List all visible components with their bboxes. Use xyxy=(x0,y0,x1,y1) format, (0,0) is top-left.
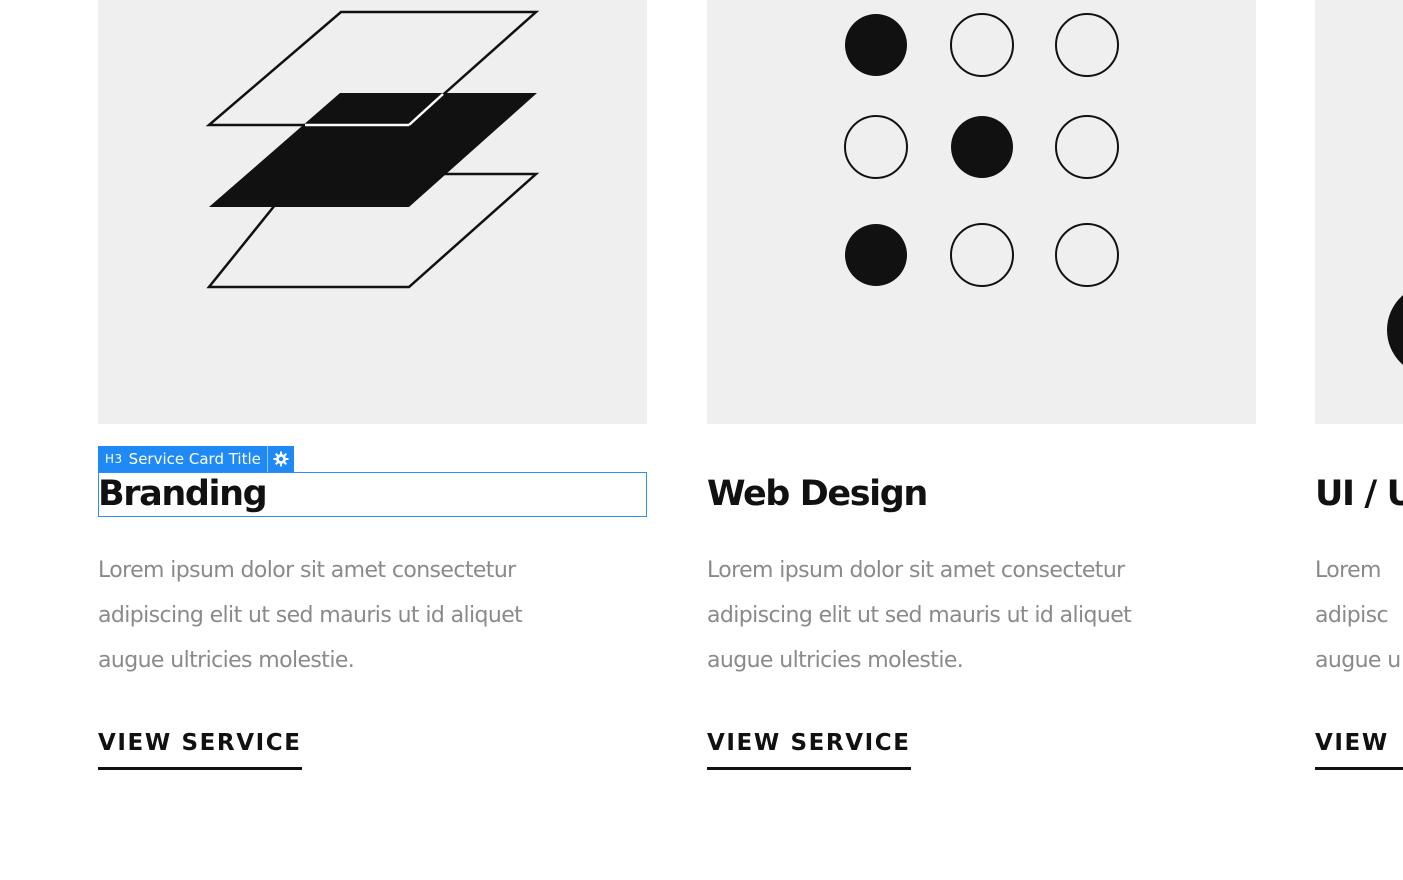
service-card-title[interactable]: Branding xyxy=(98,474,268,515)
description-line: Lorem ipsum dolor sit amet consectetur xyxy=(98,558,516,583)
description-line: augue ultricies molestie. xyxy=(98,648,355,673)
view-service-link[interactable]: VIEW SERVICE xyxy=(98,728,302,770)
service-card-image xyxy=(707,0,1256,424)
element-type-label[interactable]: H3 Service Card Title xyxy=(98,446,294,472)
description-line: adipiscing elit ut sed mauris ut id aliq… xyxy=(98,603,523,628)
service-card-branding: H3 Service Card Title Branding Lorem ips… xyxy=(98,0,647,770)
half-circle-icon xyxy=(1387,295,1403,365)
description-line: adipiscing elit ut sed mauris ut id aliq… xyxy=(707,603,1132,628)
service-card-ui-ux: UI / U Lorem adipisc augue u VIEW xyxy=(1315,0,1403,770)
heading-tag-icon: H3 xyxy=(105,452,123,466)
service-card-web-design: Web Design Lorem ipsum dolor sit amet co… xyxy=(707,0,1256,770)
service-card-description: Lorem ipsum dolor sit amet consectetur a… xyxy=(707,548,1256,683)
description-line: Lorem ipsum dolor sit amet consectetur xyxy=(707,558,1125,583)
service-card-description: Lorem adipisc augue u xyxy=(1315,548,1403,683)
description-line: Lorem xyxy=(1315,558,1381,583)
description-line: adipisc xyxy=(1315,603,1389,628)
element-label-text: Service Card Title xyxy=(128,450,261,468)
service-card-image xyxy=(1315,0,1403,424)
view-service-link[interactable]: VIEW SERVICE xyxy=(707,728,911,770)
service-card-title[interactable]: UI / U xyxy=(1315,474,1403,515)
service-card-description: Lorem ipsum dolor sit amet consectetur a… xyxy=(98,548,647,683)
gear-icon[interactable] xyxy=(266,446,294,472)
description-line: augue ultricies molestie. xyxy=(707,648,964,673)
view-service-link[interactable]: VIEW xyxy=(1315,728,1403,770)
stacked-layers-icon xyxy=(205,10,540,289)
service-card-image xyxy=(98,0,647,424)
description-line: augue u xyxy=(1315,648,1401,673)
service-card-title[interactable]: Web Design xyxy=(707,474,928,515)
dot-grid-icon xyxy=(844,13,1119,287)
services-section: H3 Service Card Title Branding Lorem ips… xyxy=(0,0,1403,880)
